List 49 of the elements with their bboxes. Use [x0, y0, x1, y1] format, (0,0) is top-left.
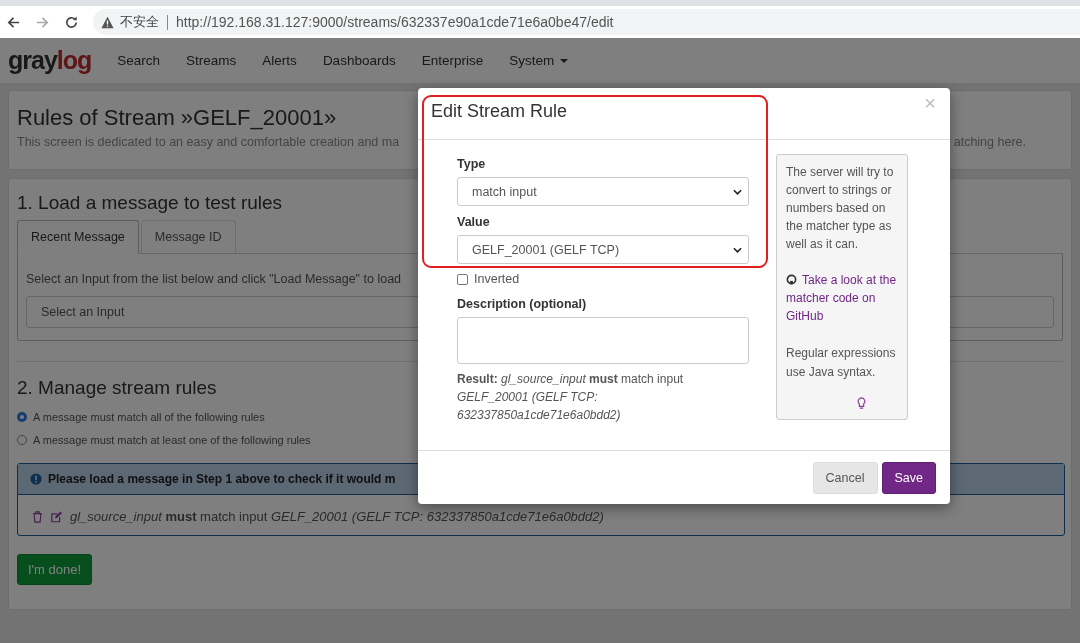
result-text: Result: gl_source_input must match input GELF_20001 (GELF TCP: 632337850a1cde71e6a0bdd2)	[457, 371, 685, 424]
caret-icon	[733, 246, 742, 253]
radio-button[interactable]	[17, 412, 27, 422]
field-label: Value	[457, 215, 490, 229]
page-description: atching here.	[953, 135, 1026, 149]
instruction-text: Select an Input from the list below and click "Load Message" to load	[26, 272, 402, 286]
checkbox-label: Inverted	[474, 272, 520, 286]
info-icon	[30, 473, 42, 485]
help-text: Regular expressions use Java syntax.	[786, 346, 896, 379]
address-bar[interactable]: 不安全 http://192.168.31.127:9000/streams/632337e90a1cde71e6a0be47/edit	[93, 9, 1080, 35]
save-button[interactable]: Save	[881, 461, 936, 494]
logo[interactable]: graylog	[8, 46, 92, 75]
value-select[interactable]: GELF_20001 (GELF TCP)	[457, 235, 749, 264]
section-heading: 1. Load a message to test rules	[17, 191, 283, 215]
url-text: http://192.168.31.127:9000/streams/632337e90a1cde71e6a0be47/edit	[176, 14, 614, 30]
page-description: This screen is dedicated to an easy and comfortable creation and ma	[17, 135, 400, 149]
security-label: 不安全	[120, 13, 159, 31]
page-title: Rules of Stream »GELF_20001»	[17, 104, 337, 132]
tab[interactable]: Recent Message	[17, 220, 139, 254]
lightbulb-icon	[857, 397, 866, 409]
nav-link[interactable]: Search	[117, 53, 161, 68]
radio-label: A message must match all of the following rules	[33, 411, 265, 423]
trash-icon[interactable]	[32, 510, 43, 523]
github-icon	[786, 274, 797, 285]
edit-icon[interactable]	[51, 510, 62, 523]
nav-link[interactable]: Alerts	[262, 53, 297, 68]
github-link[interactable]: Take a look at the matcher code on GitHub	[786, 271, 901, 325]
notice-text: Please load a message in Step 1 above to check if it would m	[48, 472, 396, 486]
warning-icon	[101, 15, 114, 29]
section-heading: 2. Manage stream rules	[17, 376, 217, 400]
reload-icon[interactable]	[64, 14, 79, 30]
nav-link[interactable]: Enterprise	[421, 53, 484, 68]
nav-link[interactable]: System	[509, 53, 569, 68]
nav-link[interactable]: Dashboards	[322, 53, 396, 68]
help-text: The server will try to convert to strings or numbers based on the matcher type as well as it can.	[786, 164, 895, 253]
field-label: Type	[457, 157, 486, 171]
cancel-button[interactable]: Cancel	[812, 461, 878, 494]
type-select[interactable]: match input	[457, 177, 749, 206]
caret-icon	[733, 188, 742, 195]
radio-button[interactable]	[17, 435, 27, 445]
field-label: Description (optional)	[457, 297, 587, 311]
radio-label: A message must match at least one of the following rules	[33, 434, 311, 446]
checkbox[interactable]	[457, 273, 468, 285]
rule-text: gl_source_input must match input GELF_20001 (GELF TCP: 632337850a1cde71e6a0bdd2)	[70, 509, 604, 524]
tab[interactable]: Message ID	[140, 220, 236, 254]
modal-title: Edit Stream Rule	[431, 100, 568, 122]
done-button[interactable]: I'm done!	[17, 554, 93, 585]
nav-link[interactable]: Streams	[186, 53, 237, 68]
description-field[interactable]	[457, 317, 749, 364]
